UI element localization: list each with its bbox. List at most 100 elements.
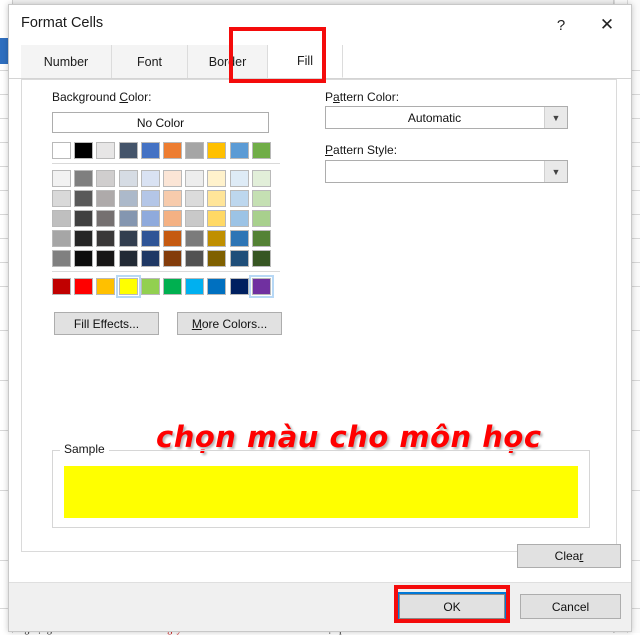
color-swatch-variation-1-3[interactable] <box>118 190 138 207</box>
color-swatch-variation-4-2[interactable] <box>96 250 116 267</box>
pattern-style-value <box>326 161 543 182</box>
color-swatch-standard-3[interactable] <box>115 275 141 298</box>
color-swatch-variation-2-1[interactable] <box>74 210 94 227</box>
color-swatch-variation-2-2[interactable] <box>96 210 116 227</box>
color-swatch-variation-3-9[interactable] <box>251 230 271 247</box>
color-swatch-variation-0-6[interactable] <box>185 170 205 187</box>
color-swatch-variation-0-0[interactable] <box>52 170 71 187</box>
color-swatch-variation-2-6[interactable] <box>185 210 205 227</box>
theme-variation-row-0[interactable] <box>52 170 282 187</box>
theme-variation-row-2[interactable] <box>52 210 282 227</box>
color-swatch-theme-2[interactable] <box>96 142 116 159</box>
chevron-down-icon[interactable]: ▼ <box>544 161 567 182</box>
color-swatch-variation-1-9[interactable] <box>251 190 271 207</box>
color-swatch-theme-3[interactable] <box>118 142 138 159</box>
color-swatch-variation-1-7[interactable] <box>207 190 227 207</box>
theme-colors-row[interactable] <box>52 142 282 159</box>
color-swatch-standard-5[interactable] <box>162 278 182 295</box>
color-swatch-variation-1-0[interactable] <box>52 190 71 207</box>
color-swatch-variation-0-2[interactable] <box>96 170 116 187</box>
color-swatch-standard-2[interactable] <box>96 278 116 295</box>
color-swatch-variation-3-2[interactable] <box>96 230 116 247</box>
chevron-down-icon[interactable]: ▼ <box>544 107 567 128</box>
color-swatch-variation-2-4[interactable] <box>140 210 160 227</box>
color-swatch-theme-6[interactable] <box>185 142 205 159</box>
color-swatch-variation-4-6[interactable] <box>185 250 205 267</box>
color-swatch-variation-0-4[interactable] <box>140 170 160 187</box>
color-swatch-variation-2-8[interactable] <box>229 210 249 227</box>
close-icon[interactable]: ✕ <box>585 5 629 45</box>
color-swatch-variation-4-7[interactable] <box>207 250 227 267</box>
color-swatch-variation-1-2[interactable] <box>96 190 116 207</box>
color-swatch-variation-4-5[interactable] <box>162 250 182 267</box>
color-swatch-variation-0-3[interactable] <box>118 170 138 187</box>
theme-variation-rows[interactable] <box>52 170 282 267</box>
color-swatch-variation-2-9[interactable] <box>251 210 271 227</box>
pattern-style-dropdown[interactable]: ▼ <box>325 160 568 183</box>
color-swatch-variation-4-3[interactable] <box>118 250 138 267</box>
color-swatch-variation-2-3[interactable] <box>118 210 138 227</box>
color-swatch-variation-3-8[interactable] <box>229 230 249 247</box>
theme-variation-row-3[interactable] <box>52 230 282 247</box>
color-swatch-standard-1[interactable] <box>74 278 94 295</box>
color-swatch-variation-1-6[interactable] <box>185 190 205 207</box>
color-swatch-variation-0-8[interactable] <box>229 170 249 187</box>
tab-border[interactable]: Border <box>188 45 268 78</box>
color-swatch-variation-3-4[interactable] <box>140 230 160 247</box>
color-swatch-variation-3-5[interactable] <box>162 230 182 247</box>
color-swatch-variation-3-0[interactable] <box>52 230 71 247</box>
color-swatch-standard-9[interactable] <box>248 275 274 298</box>
background-color-label: Background Color: <box>52 90 152 104</box>
color-swatch-variation-0-9[interactable] <box>251 170 271 187</box>
fill-effects-button[interactable]: Fill Effects... <box>54 312 159 335</box>
color-swatch-theme-5[interactable] <box>162 142 182 159</box>
color-swatch-variation-1-5[interactable] <box>162 190 182 207</box>
pattern-color-dropdown[interactable]: Automatic ▼ <box>325 106 568 129</box>
color-swatch-variation-2-5[interactable] <box>162 210 182 227</box>
tab-font[interactable]: Font <box>112 45 188 78</box>
color-swatch-standard-6[interactable] <box>185 278 205 295</box>
color-swatch-variation-1-4[interactable] <box>140 190 160 207</box>
color-swatch-variation-1-1[interactable] <box>74 190 94 207</box>
cancel-button[interactable]: Cancel <box>520 594 621 619</box>
color-swatch-variation-1-8[interactable] <box>229 190 249 207</box>
color-swatch-variation-3-3[interactable] <box>118 230 138 247</box>
palette-divider <box>52 271 280 272</box>
background-color-palette[interactable] <box>52 142 282 298</box>
help-icon[interactable]: ? <box>539 5 583 45</box>
color-swatch-variation-0-5[interactable] <box>162 170 182 187</box>
color-swatch-variation-3-6[interactable] <box>185 230 205 247</box>
tab-number[interactable]: Number <box>21 45 112 78</box>
ok-button[interactable]: OK <box>397 592 507 621</box>
standard-colors-row[interactable] <box>52 275 282 298</box>
color-swatch-standard-4[interactable] <box>140 278 160 295</box>
color-swatch-variation-4-0[interactable] <box>52 250 71 267</box>
no-color-button[interactable]: No Color <box>52 112 269 133</box>
color-swatch-theme-4[interactable] <box>140 142 160 159</box>
color-swatch-theme-7[interactable] <box>207 142 227 159</box>
color-swatch-variation-3-1[interactable] <box>74 230 94 247</box>
color-swatch-theme-8[interactable] <box>229 142 249 159</box>
color-swatch-variation-4-1[interactable] <box>74 250 94 267</box>
color-swatch-variation-3-7[interactable] <box>207 230 227 247</box>
theme-variation-row-1[interactable] <box>52 190 282 207</box>
color-swatch-standard-7[interactable] <box>207 278 227 295</box>
pattern-color-value: Automatic <box>407 110 462 125</box>
color-swatch-variation-4-8[interactable] <box>229 250 249 267</box>
color-swatch-theme-1[interactable] <box>74 142 94 159</box>
color-swatch-variation-4-4[interactable] <box>140 250 160 267</box>
color-swatch-theme-9[interactable] <box>251 142 271 159</box>
color-swatch-variation-0-1[interactable] <box>74 170 94 187</box>
color-swatch-variation-4-9[interactable] <box>251 250 271 267</box>
theme-variation-row-4[interactable] <box>52 250 282 267</box>
color-swatch-standard-0[interactable] <box>52 278 71 295</box>
color-swatch-standard-8[interactable] <box>229 278 249 295</box>
color-swatch-theme-0[interactable] <box>52 142 71 159</box>
color-swatch-variation-2-7[interactable] <box>207 210 227 227</box>
more-colors-button[interactable]: More Colors... <box>177 312 282 335</box>
color-swatch-variation-2-0[interactable] <box>52 210 71 227</box>
clear-button[interactable]: Clea r <box>517 544 621 568</box>
tab-fill[interactable]: Fill <box>268 45 343 78</box>
color-swatch-variation-0-7[interactable] <box>207 170 227 187</box>
annotation-text: chọn màu cho môn học <box>155 419 543 456</box>
